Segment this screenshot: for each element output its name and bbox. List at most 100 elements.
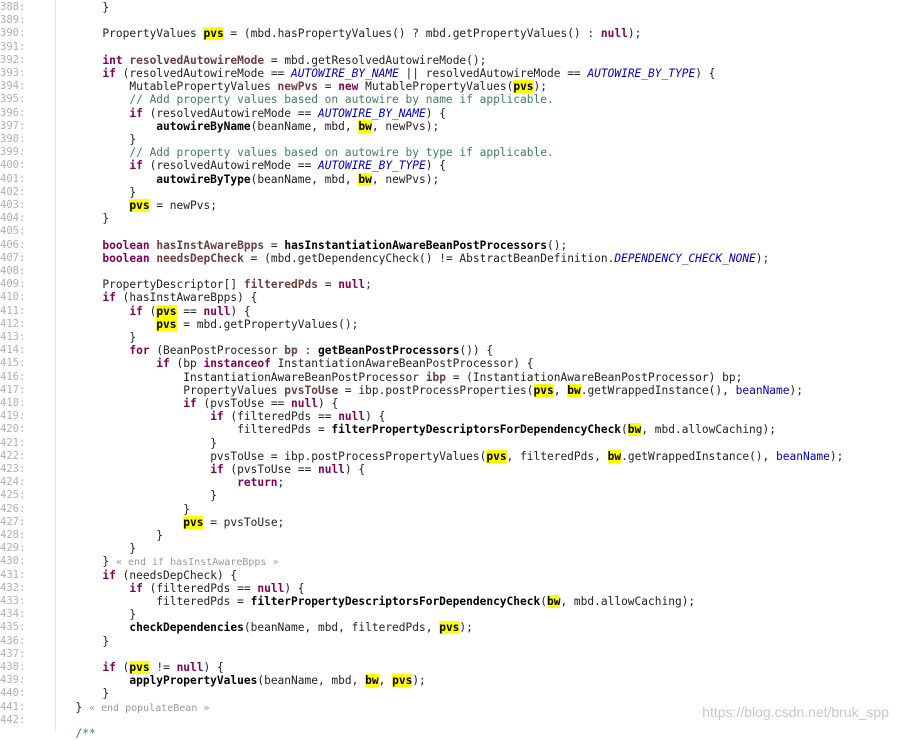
code-token: ); [533,80,548,94]
code-line[interactable]: 409: PropertyDescriptor[] filteredPds = … [0,278,899,291]
code-line[interactable]: 417: PropertyValues pvsToUse = ibp.postP… [0,383,899,397]
code-line[interactable]: 394: MutablePropertyValues newPvs = new … [0,80,899,94]
code-text: if (pvsToUse == null) { [62,463,365,476]
code-line[interactable]: 415: if (bp instanceof InstantiationAwar… [0,357,899,370]
code-token: (bp [169,357,204,371]
code-line[interactable]: 388: } [0,1,899,14]
code-line[interactable]: 390: PropertyValues pvs = (mbd.hasProper… [0,27,899,41]
code-line[interactable]: 437: [0,648,899,661]
code-line[interactable]: 429: } [0,542,899,555]
code-line[interactable]: 422: pvsToUse = ibp.postProcessPropertyV… [0,449,899,463]
code-line[interactable]: 434: } [0,608,899,621]
code-line[interactable]: 411: if (pvs == null) { [0,304,899,318]
code-line[interactable]: 393: if (resolvedAutowireMode == AUTOWIR… [0,67,899,80]
code-token: , newPvs); [371,119,440,133]
code-line[interactable]: 400: if (resolvedAutowireMode == AUTOWIR… [0,159,899,172]
code-token: if [129,581,143,595]
code-token: hasInstantiationAwareBeanPostProcessors [284,238,548,252]
code-line[interactable]: 436: } [0,635,899,648]
code-token: } [183,502,190,516]
code-line[interactable]: 435: checkDependencies(beanName, mbd, fi… [0,621,899,635]
code-line[interactable]: 405: [0,225,899,238]
code-token: (beanName, mbd, filteredPds, [243,621,440,635]
code-line[interactable]: 407: boolean needsDepCheck = (mbd.getDep… [0,252,899,265]
code-line[interactable]: 426: } [0,503,899,516]
code-token: MutablePropertyValues [129,80,278,94]
code-line[interactable]: 406: boolean hasInstAwareBpps = hasInsta… [0,239,899,252]
code-text: if (resolvedAutowireMode == AUTOWIRE_BY_… [62,107,446,120]
code-token: autowireByType [156,172,251,186]
code-line[interactable]: 427: pvs = pvsToUse; [0,515,899,529]
code-token: = (InstantiationAwareBeanPostProcessor) … [445,370,743,384]
code-line[interactable]: 419: if (filteredPds == null) { [0,410,899,423]
code-line[interactable]: 401: autowireByType(beanName, mbd, bw, n… [0,172,899,186]
code-token: } [129,133,137,146]
code-line[interactable]: 404: } [0,212,899,225]
code-token: (pvsToUse == [196,397,292,410]
line-number: 396: [0,106,26,119]
code-token: hasInstAwareBpps [156,238,265,252]
code-text: int resolvedAutowireMode = mbd.getResolv… [62,54,486,67]
line-number: 419: [0,410,26,423]
code-line[interactable]: 425: } [0,489,899,502]
code-token: int [102,53,123,67]
code-token: ) { [695,67,716,80]
code-line[interactable]: 416: InstantiationAwareBeanPostProcessor… [0,371,899,384]
code-line[interactable]: 413: } [0,331,899,344]
code-line[interactable]: 396: if (resolvedAutowireMode == AUTOWIR… [0,107,899,120]
code-line[interactable]: 430: } « end if hasInstAwareBpps » [0,555,899,568]
code-line[interactable]: 408: [0,265,899,278]
code-line[interactable]: 398: } [0,133,899,146]
code-text: PropertyValues pvs = (mbd.hasPropertyVal… [62,27,641,41]
code-line[interactable]: 397: autowireByName(beanName, mbd, bw, n… [0,119,899,133]
code-line[interactable]: 424: return; [0,476,899,489]
code-token: ); [412,674,426,688]
code-line[interactable]: 428: } [0,529,899,542]
code-line[interactable]: 410: if (hasInstAwareBpps) { [0,291,899,304]
code-line[interactable]: 433: filteredPds = filterPropertyDescrip… [0,595,899,608]
code-line[interactable]: 432: if (filteredPds == null) { [0,582,899,595]
code-line[interactable]: /** [0,727,899,740]
code-token: (filteredPds == [223,410,339,424]
code-token: ); [755,251,770,265]
highlighted-token: pvs [513,80,534,94]
code-token: newPvs [277,80,318,94]
code-token: , mbd.allowCaching); [560,595,696,608]
code-line[interactable]: 431: if (needsDepCheck) { [0,569,899,582]
code-line[interactable]: 420: filteredPds = filterPropertyDescrip… [0,423,899,437]
highlighted-token: pvs [129,661,150,674]
code-text: PropertyValues pvsToUse = ibp.postProces… [62,383,803,397]
code-line[interactable]: 391: [0,41,899,54]
highlighted-token: bw [546,595,561,608]
code-line[interactable]: 440: } [0,687,899,700]
code-text: autowireByType(beanName, mbd, bw, newPvs… [62,172,439,186]
code-line[interactable]: 438: if (pvs != null) { [0,661,899,674]
code-line[interactable]: 395: // Add property values based on aut… [0,93,899,106]
code-line[interactable]: 439: applyPropertyValues(beanName, mbd, … [0,674,899,688]
code-token: if [210,410,224,424]
code-line[interactable]: 414: for (BeanPostProcessor bp : getBean… [0,344,899,357]
code-line[interactable]: 399: // Add property values based on aut… [0,146,899,159]
code-token: InstantiationAwareBeanPostProcessor [183,370,426,384]
code-line[interactable]: 392: int resolvedAutowireMode = mbd.getR… [0,54,899,67]
line-number: 424: [0,476,26,489]
code-line[interactable]: 418: if (pvsToUse == null) { [0,397,899,410]
code-line[interactable]: 423: if (pvsToUse == null) { [0,463,899,476]
code-line[interactable]: 412: pvs = mbd.getPropertyValues(); [0,317,899,331]
code-line[interactable]: 403: pvs = newPvs; [0,199,899,212]
code-token: InstantiationAwareBeanPostProcessor) { [270,357,534,371]
line-number: 423: [0,463,26,475]
code-line[interactable]: 421: } [0,437,899,450]
code-line[interactable]: 389: [0,14,899,27]
code-line[interactable]: 402: } [0,186,899,199]
code-token: } [102,555,116,569]
code-token: // Add property values based on autowire… [129,93,554,107]
